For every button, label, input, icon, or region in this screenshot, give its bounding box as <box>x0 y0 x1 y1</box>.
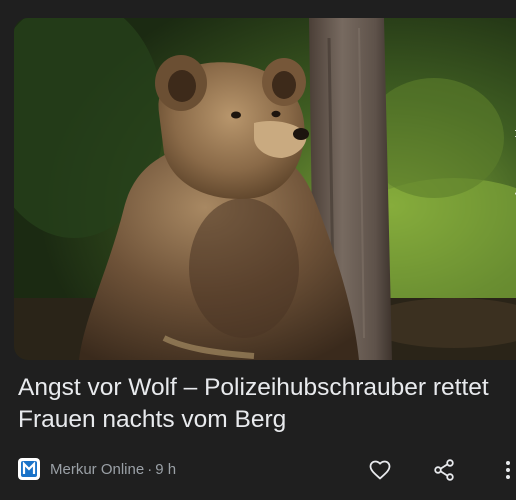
more-vert-icon <box>506 461 510 479</box>
bear-photo <box>14 18 516 360</box>
more-options-button[interactable] <box>494 456 516 484</box>
article-age: 9 h <box>155 460 177 478</box>
like-button[interactable] <box>366 456 394 484</box>
article-image[interactable]: Videoredaktion/IppenMedia Symbolbild <box>14 18 516 360</box>
publisher-name[interactable]: Merkur Online <box>50 461 144 478</box>
heart-outline-icon <box>369 460 391 480</box>
image-credit: Videoredaktion/IppenMedia Symbolbild <box>514 52 516 238</box>
meta-separator: · <box>147 460 153 478</box>
news-card[interactable]: Videoredaktion/IppenMedia Symbolbild Ang… <box>0 0 516 500</box>
share-button[interactable] <box>430 456 458 484</box>
merkur-logo-icon <box>18 458 40 480</box>
article-meta: Merkur Online · 9 h <box>18 456 176 482</box>
article-headline[interactable]: Angst vor Wolf – Polizeihubschrauber ret… <box>18 372 508 436</box>
share-icon <box>434 459 454 481</box>
